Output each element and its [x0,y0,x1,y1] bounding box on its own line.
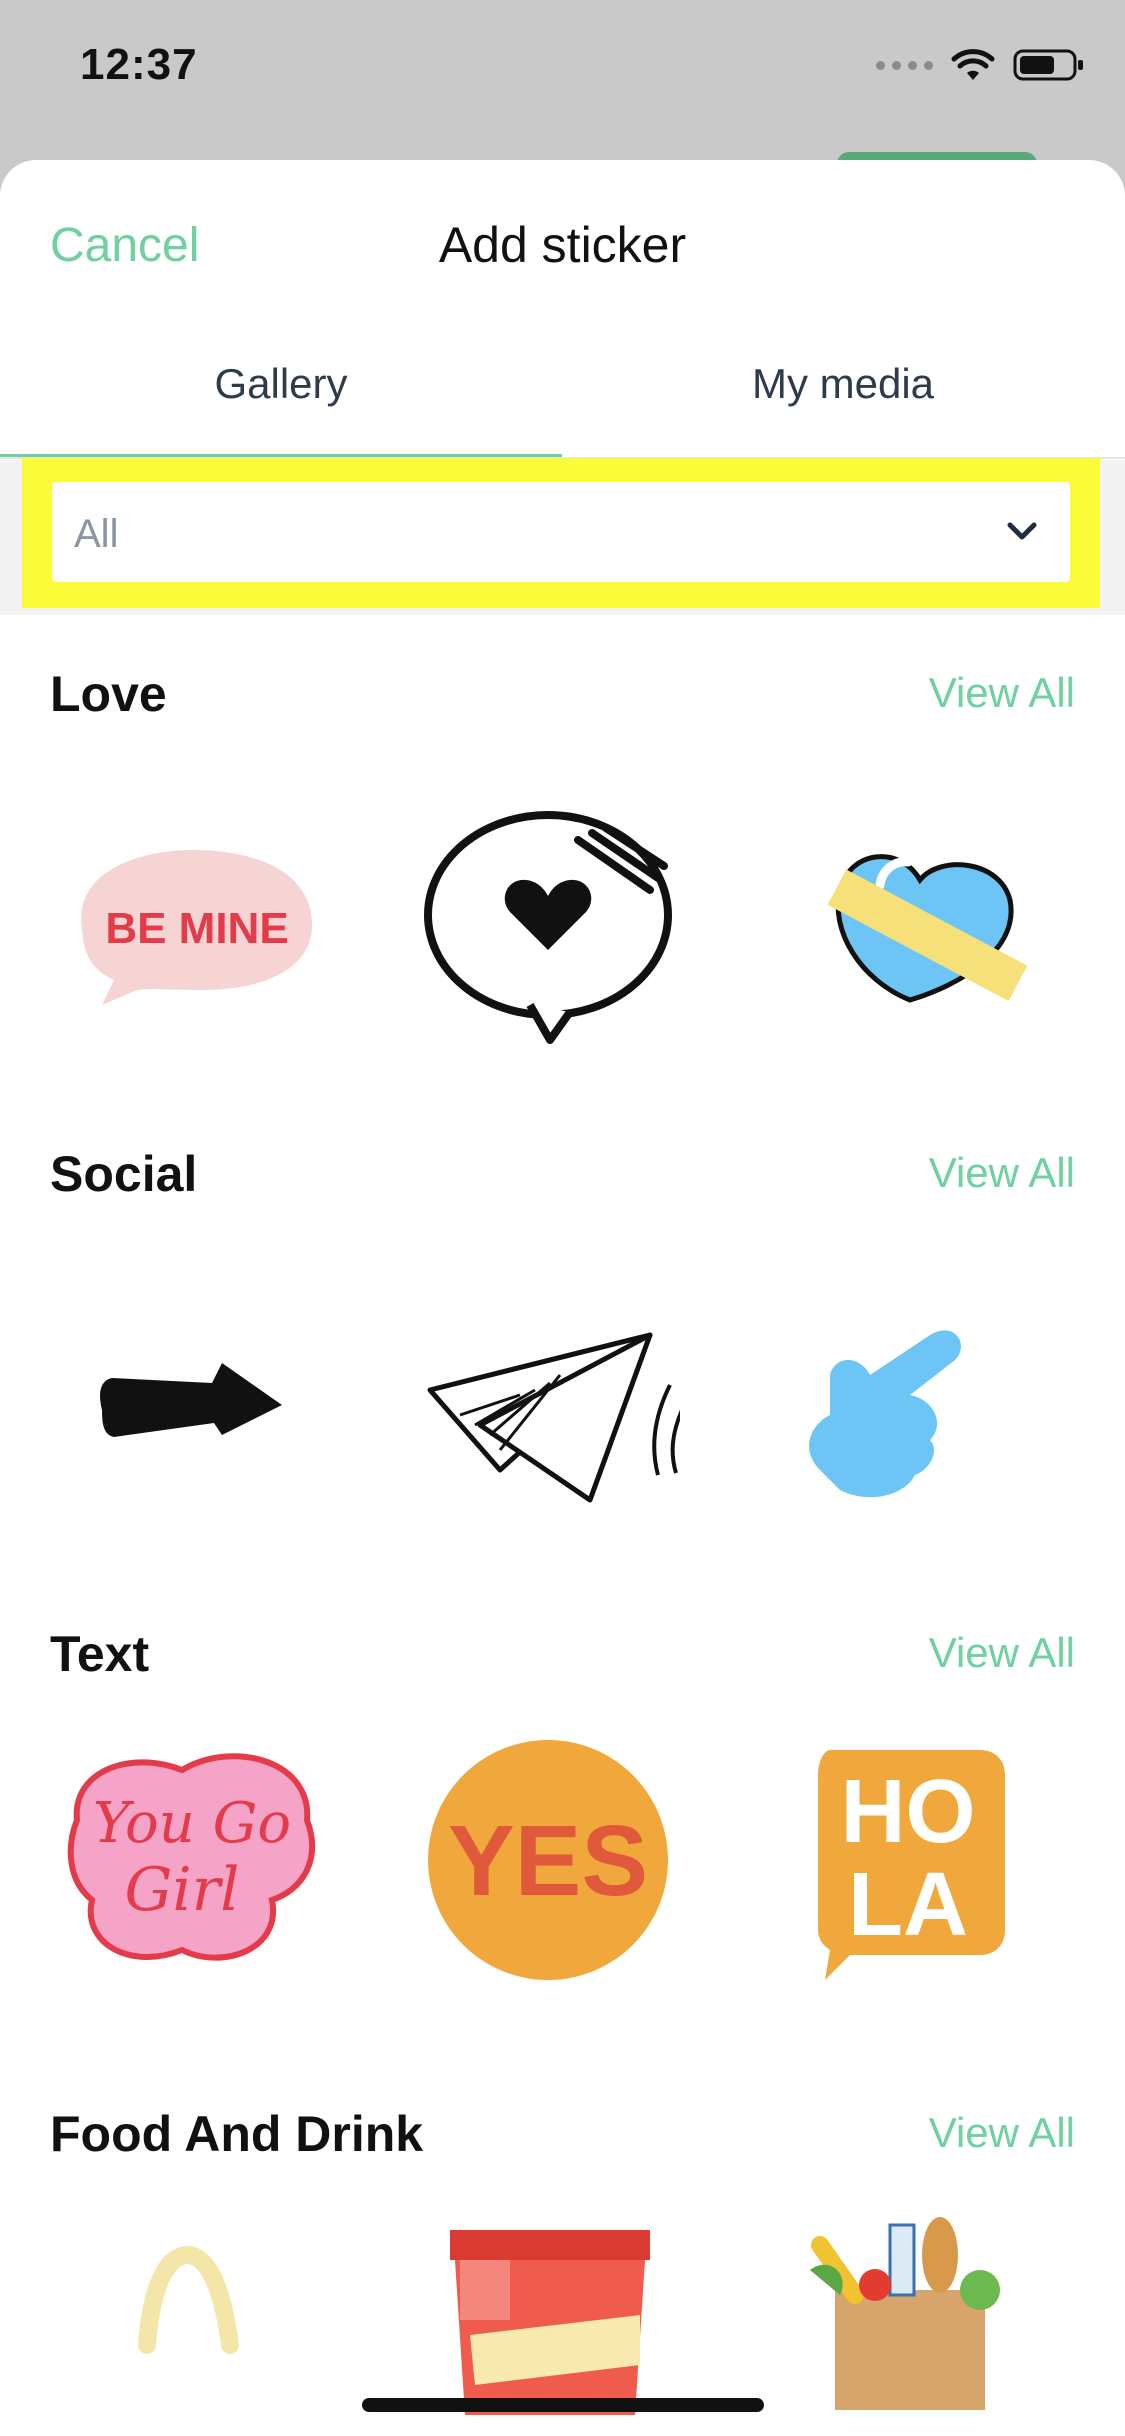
heart-speech-bubble-sticker[interactable] [420,800,680,1060]
section-love: Love View All BE MINE [0,665,1125,1065]
chevron-down-icon [1007,522,1037,540]
you-go-girl-text-line2: Girl [125,1855,240,1925]
pointing-hand-sticker[interactable] [780,1275,1040,1535]
section-title: Love [50,666,167,722]
view-all-love-button[interactable]: View All [929,669,1075,717]
add-sticker-sheet: Cancel Add sticker Gallery My media All … [0,160,1125,2436]
hola-text-line2: LA [848,1855,968,1955]
battery-icon [1013,49,1083,81]
section-title: Social [50,1146,198,1202]
section-food-and-drink: Food And Drink View All [0,2105,1125,2415]
category-dropdown[interactable]: All [52,482,1070,582]
view-all-text-button[interactable]: View All [929,1629,1075,1677]
hola-text-line1: HO [841,1762,976,1862]
hola-sticker[interactable]: HO LA [780,1730,1040,1990]
you-go-girl-sticker[interactable]: You Go Girl [62,1730,322,1990]
be-mine-text: BE MINE [105,904,288,953]
grocery-bag-sticker[interactable] [780,2215,1040,2435]
signal-dots-icon [876,60,933,70]
tab-gallery[interactable]: Gallery [0,160,562,459]
paper-plane-sticker[interactable] [420,1275,680,1535]
you-go-girl-text-line1: You Go [93,1791,291,1856]
section-title: Text [50,1626,150,1682]
status-icons [876,48,1085,82]
blue-heart-sticker[interactable] [780,800,1040,1060]
section-social: Social View All [0,1145,1125,1545]
section-title: Food And Drink [50,2106,424,2162]
view-all-social-button[interactable]: View All [929,1149,1075,1197]
status-time: 12:37 [80,40,198,89]
status-bar: 12:37 [0,0,1125,140]
view-all-food-button[interactable]: View All [929,2109,1075,2157]
category-dropdown-value: All [74,512,119,556]
tab-my-media[interactable]: My media [562,160,1124,458]
wifi-icon [951,49,995,80]
section-text: Text View All You Go Girl YES HO LA [0,1625,1125,2025]
yes-sticker[interactable]: YES [420,1730,680,1990]
home-indicator [362,2398,764,2412]
noodle-sticker[interactable] [62,2215,322,2435]
tab-bar: Gallery My media [0,160,1125,460]
yes-text: YES [448,1805,648,1917]
arrow-sticker[interactable] [62,1275,322,1535]
tab-gallery-label: Gallery [214,360,348,407]
be-mine-sticker[interactable]: BE MINE [62,800,322,1060]
tab-my-media-label: My media [751,360,935,407]
